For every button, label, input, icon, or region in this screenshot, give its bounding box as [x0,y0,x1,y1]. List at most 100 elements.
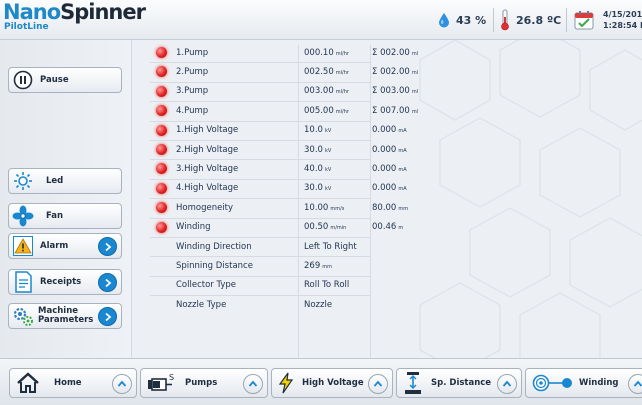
row-label: 2.Pump [176,66,209,77]
row-total: 0.000 mA [372,145,407,155]
row-value-text: 40.0 [304,163,323,174]
row-value[interactable]: Left To Right [304,242,359,252]
row-total: 0.000 mA [372,183,407,193]
machine-parameters-line2: Parameters [38,315,94,325]
pause-icon [12,69,34,91]
chevron-right-icon[interactable] [98,237,117,256]
high-voltage-button[interactable]: High Voltage [271,368,393,398]
status-led-icon [156,105,167,117]
row-value[interactable]: 005.00 ml/hr [304,106,349,116]
table-row: 3.High Voltage 40.0 kV 0.000 mA [150,159,540,178]
chevron-up-icon[interactable] [497,374,517,394]
status-led-icon [156,85,167,97]
row-label: 4.Pump [176,105,209,116]
row-value[interactable]: 10.0 kV [304,125,331,135]
chevron-right-icon[interactable] [98,307,117,326]
row-value[interactable]: 002.50 ml/hr [304,67,349,77]
humidity-status: 43 % [438,0,486,40]
home-label: Home [54,378,82,388]
row-label: Winding Direction [176,241,252,252]
row-total-text: Σ 002.00 [372,66,410,77]
row-value-text: 00.50 [304,222,329,233]
row-value-text: Nozzle [304,299,333,310]
status-led-icon [156,124,167,136]
row-value-unit: kV [324,186,332,193]
row-label: 3.High Voltage [176,163,239,174]
row-value[interactable]: Roll To Roll [304,280,351,290]
water-drop-icon [439,13,449,28]
top-header: NanoSpinner PilotLine 43 % 26.8 ºC 4/15/… [0,0,642,40]
row-value-text: 10.00 [304,202,329,213]
row-value-text: Left To Right [304,241,357,252]
home-button[interactable]: Home [9,368,137,398]
calendar-icon [574,11,594,30]
date-value: 4/15/2019 [603,10,642,19]
row-total: Σ 002.00 ml [372,48,418,58]
row-value-unit: m/min [330,225,347,232]
chevron-up-icon[interactable] [628,374,642,394]
app-logo: NanoSpinner PilotLine [3,1,146,32]
row-value-text: 003.00 [304,86,334,97]
row-value[interactable]: 000.10 ml/hr [304,48,349,58]
alarm-label: Alarm [40,240,69,251]
receipts-button[interactable]: Receipts [8,269,122,295]
row-value[interactable]: 00.50 m/min [304,222,346,232]
row-label: 3.Pump [176,86,209,97]
row-total-unit: ml [411,69,419,76]
pause-button[interactable]: Pause [8,67,122,93]
winding-button[interactable]: Winding [525,368,642,398]
row-value-unit: kV [324,128,332,135]
svg-text:S: S [169,373,174,382]
row-total-unit: mA [398,166,407,173]
thermometer-icon [501,9,509,31]
row-value[interactable]: 30.0 kV [304,145,331,155]
row-value[interactable]: 10.00 mm/s [304,203,344,213]
brand-subtitle: PilotLine [4,22,49,32]
row-value[interactable]: 003.00 ml/hr [304,86,349,96]
table-row: Winding Direction Left To Right [150,237,540,256]
row-value-text: 000.10 [304,47,334,58]
table-row: 2.Pump 002.50 ml/hr Σ 002.00 ml [150,62,540,81]
fan-button[interactable]: Fan [8,203,122,229]
row-label: 1.High Voltage [176,125,239,136]
machine-parameters-button[interactable]: Machine Parameters [8,303,122,329]
row-value[interactable]: 40.0 kV [304,164,331,174]
table-row: Nozzle Type Nozzle [150,295,540,314]
row-value[interactable]: Nozzle [304,300,334,310]
row-total-text: Σ 002.00 [372,47,410,58]
pumps-button[interactable]: S Pumps [140,368,268,398]
row-value-unit: ml/hr [335,89,349,96]
row-value-unit: ml/hr [335,69,349,76]
row-value[interactable]: 30.0 kV [304,183,331,193]
row-total: 0.000 mA [372,125,407,135]
status-led-icon [156,221,167,233]
chevron-up-icon[interactable] [112,374,132,394]
led-button[interactable]: Led [8,168,122,194]
status-led-icon [156,47,167,58]
row-total-text: 0.000 [372,163,397,174]
winding-icon [532,374,574,392]
row-value[interactable]: 269 mm [304,261,332,271]
row-value-unit: ml/hr [335,50,349,57]
machine-parameters-label: Machine Parameters [38,307,93,325]
humidity-value: 43 % [456,13,487,27]
main-panel: Pause Led Fan Alarm Receipts Machine Par… [0,40,642,358]
table-row: 1.High Voltage 10.0 kV 0.000 mA [150,121,540,140]
chevron-up-icon[interactable] [243,374,263,394]
chevron-up-icon[interactable] [368,374,388,394]
chevron-right-icon[interactable] [98,273,117,292]
row-value-unit: ml/hr [335,108,349,115]
table-row: 4.Pump 005.00 ml/hr Σ 007.00 ml [150,101,540,120]
receipts-label: Receipts [40,276,82,287]
row-value-text: 005.00 [304,105,334,116]
row-value-unit: mm/s [330,205,345,212]
alarm-button[interactable]: Alarm [8,233,122,259]
sun-icon [12,170,34,192]
spinning-distance-button[interactable]: Sp. Distance [396,368,522,398]
header-divider [566,8,567,32]
status-led-icon [156,163,167,175]
table-row: 2.High Voltage 30.0 kV 0.000 mA [150,140,540,159]
row-total-unit: mm [398,205,409,212]
status-led-icon [156,66,167,78]
row-total: 0.000 mA [372,164,407,174]
